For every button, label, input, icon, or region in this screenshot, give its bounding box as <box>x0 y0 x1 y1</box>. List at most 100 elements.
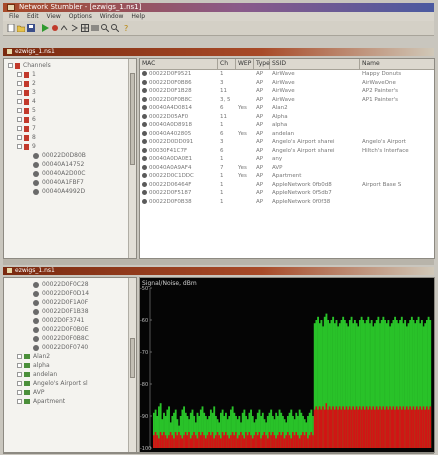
table-row[interactable]: 00030F41C7F 6 AP Angelo's Airport sharei Hil… <box>140 147 434 156</box>
tree-item[interactable]: 2 <box>4 79 36 88</box>
tree-item[interactable]: 00022D0F1B38 <box>4 307 89 316</box>
table-row[interactable]: 00022D06464F 1 AP AppleNetwork 0fb0d8 Airpor… <box>140 181 434 190</box>
table-cell: 6 <box>218 104 236 113</box>
noise-bar <box>412 406 415 448</box>
tree-item[interactable]: 5 <box>4 106 36 115</box>
tree-item[interactable]: 00040A1FBF7 <box>4 178 84 187</box>
tree-item[interactable]: 00040A4992D <box>4 187 85 196</box>
table-row[interactable]: 00040A402805 6 Yes AP andelan <box>140 130 434 139</box>
table-row[interactable]: 00022D0F9521 1 AP AirWave Happy Donuts <box>140 70 434 79</box>
table-row[interactable]: 00040A0A9AF4 7 Yes AP AVP <box>140 164 434 173</box>
tree-top-scroll-thumb[interactable] <box>130 73 135 165</box>
save-icon[interactable] <box>27 24 35 32</box>
tree-item[interactable]: 00022D0F0C28 <box>4 280 89 289</box>
tree-bottom-scrollbar[interactable] <box>128 278 136 452</box>
tree-item[interactable]: Angelo's Airport sl <box>4 379 88 388</box>
noise-bar <box>169 432 172 448</box>
expand-icon[interactable] <box>17 99 22 104</box>
pane-splitter[interactable] <box>3 259 434 265</box>
table-row[interactable]: 00022D0C1DDC 1 Yes AP Apartment <box>140 172 434 181</box>
tree-item[interactable]: 00022D0D80B <box>4 151 86 160</box>
tree-item[interactable]: 00022D0F0B8C <box>4 334 89 343</box>
next-icon[interactable] <box>71 24 79 32</box>
help-icon[interactable]: ? <box>123 24 131 33</box>
table-cell: Angelo's Airport sharei <box>270 147 360 156</box>
expand-icon[interactable] <box>17 390 22 395</box>
access-point-icon <box>33 188 39 195</box>
expand-icon[interactable] <box>17 363 22 368</box>
expand-icon[interactable] <box>17 117 22 122</box>
column-ssid[interactable]: SSID <box>270 59 360 69</box>
menu-help[interactable]: Help <box>131 12 145 21</box>
tree-item[interactable]: 4 <box>4 97 36 106</box>
tree-bottom-scroll-thumb[interactable] <box>130 338 135 378</box>
table-row[interactable]: 00040A0D8918 1 AP alpha <box>140 121 434 130</box>
table-row[interactable]: 00022D0F0B8C 3, 5 AP AirWave AP1 Painter's <box>140 96 434 105</box>
scroll-icon[interactable] <box>60 24 69 32</box>
zoom-out-icon[interactable] <box>111 24 120 33</box>
tree-item[interactable]: 3 <box>4 88 36 97</box>
column-wep[interactable]: WEP <box>236 59 254 69</box>
menu-options[interactable]: Options <box>69 12 92 21</box>
table-row[interactable]: 00040A4D0814 6 Yes AP Alan2 <box>140 104 434 113</box>
expand-icon[interactable] <box>8 63 13 68</box>
expand-icon[interactable] <box>17 108 22 113</box>
zoom-in-icon[interactable] <box>101 24 110 33</box>
expand-icon[interactable] <box>17 372 22 377</box>
tree-item-label: AVP <box>33 389 45 396</box>
tree-item[interactable]: 00022D0F0D14 <box>4 289 89 298</box>
tree-item[interactable]: 00022D0F1A0F <box>4 298 88 307</box>
tree-item[interactable]: 00040A14752 <box>4 160 84 169</box>
tree-item[interactable]: Channels <box>4 61 51 70</box>
expand-icon[interactable] <box>17 381 22 386</box>
table-cell: AP <box>254 181 270 190</box>
table-row[interactable]: 00022D0F5187 1 AP AppleNetwork 0f5db7 <box>140 189 434 198</box>
y-tick-label: -80 <box>140 382 148 388</box>
tree-top-scrollbar[interactable] <box>128 59 136 258</box>
menu-view[interactable]: View <box>47 12 61 21</box>
tree-item[interactable]: 00040A2D00C <box>4 169 85 178</box>
tree-item[interactable]: 1 <box>4 70 36 79</box>
menu-edit[interactable]: Edit <box>27 12 39 21</box>
table-cell: 6 <box>218 147 236 156</box>
tree-item[interactable]: 6 <box>4 115 36 124</box>
grid-icon[interactable] <box>81 24 89 32</box>
tree-item[interactable]: 0002D0F3741 <box>4 316 84 325</box>
play-icon[interactable] <box>41 24 49 32</box>
expand-icon[interactable] <box>17 90 22 95</box>
expand-icon[interactable] <box>17 126 22 131</box>
tree-item[interactable]: Apartment <box>4 397 65 406</box>
column-type[interactable]: Type <box>254 59 270 69</box>
table-row[interactable]: 00022D0F1B28 11 AP AirWave AP2 Painter's <box>140 87 434 96</box>
table-row[interactable]: 00040A0DA0E1 1 AP any <box>140 155 434 164</box>
table-row[interactable]: 00022D0F0B86 3 AP AirWave AirWaveOne <box>140 79 434 88</box>
tree-item[interactable]: Alan2 <box>4 352 50 361</box>
column-channel[interactable]: Ch <box>218 59 236 69</box>
expand-icon[interactable] <box>17 399 22 404</box>
expand-icon[interactable] <box>17 135 22 140</box>
tree-item[interactable]: AVP <box>4 388 44 397</box>
tree-item[interactable]: 7 <box>4 124 36 133</box>
expand-icon[interactable] <box>17 354 22 359</box>
expand-icon[interactable] <box>17 72 22 77</box>
table-row[interactable]: 00022D0F0B38 1 AP AppleNetwork 0f0f38 <box>140 198 434 207</box>
list-icon[interactable] <box>91 24 99 32</box>
menu-window[interactable]: Window <box>100 12 124 21</box>
open-folder-icon[interactable] <box>16 24 26 33</box>
tree-item[interactable]: 00022D0F0740 <box>4 343 88 352</box>
tree-item[interactable]: 9 <box>4 142 36 151</box>
tree-item[interactable]: andelan <box>4 370 57 379</box>
table-row[interactable]: 00022D05AF0 11 AP Alpha <box>140 113 434 122</box>
tree-item[interactable]: 8 <box>4 133 36 142</box>
expand-icon[interactable] <box>17 144 22 149</box>
column-mac[interactable]: MAC <box>140 59 218 69</box>
table-row[interactable]: 00022D0DD091 3 AP Angelo's Airport sharei An… <box>140 138 434 147</box>
auto-config-icon[interactable] <box>51 24 59 32</box>
table-cell-text: AppleNetwork 0f0f38 <box>272 198 331 205</box>
tree-item[interactable]: 00022D0F0B0E <box>4 325 89 334</box>
expand-icon[interactable] <box>17 81 22 86</box>
column-name[interactable]: Name <box>360 59 434 69</box>
tree-item[interactable]: alpha <box>4 361 50 370</box>
menu-file[interactable]: File <box>9 12 19 21</box>
new-file-icon[interactable] <box>7 23 15 33</box>
